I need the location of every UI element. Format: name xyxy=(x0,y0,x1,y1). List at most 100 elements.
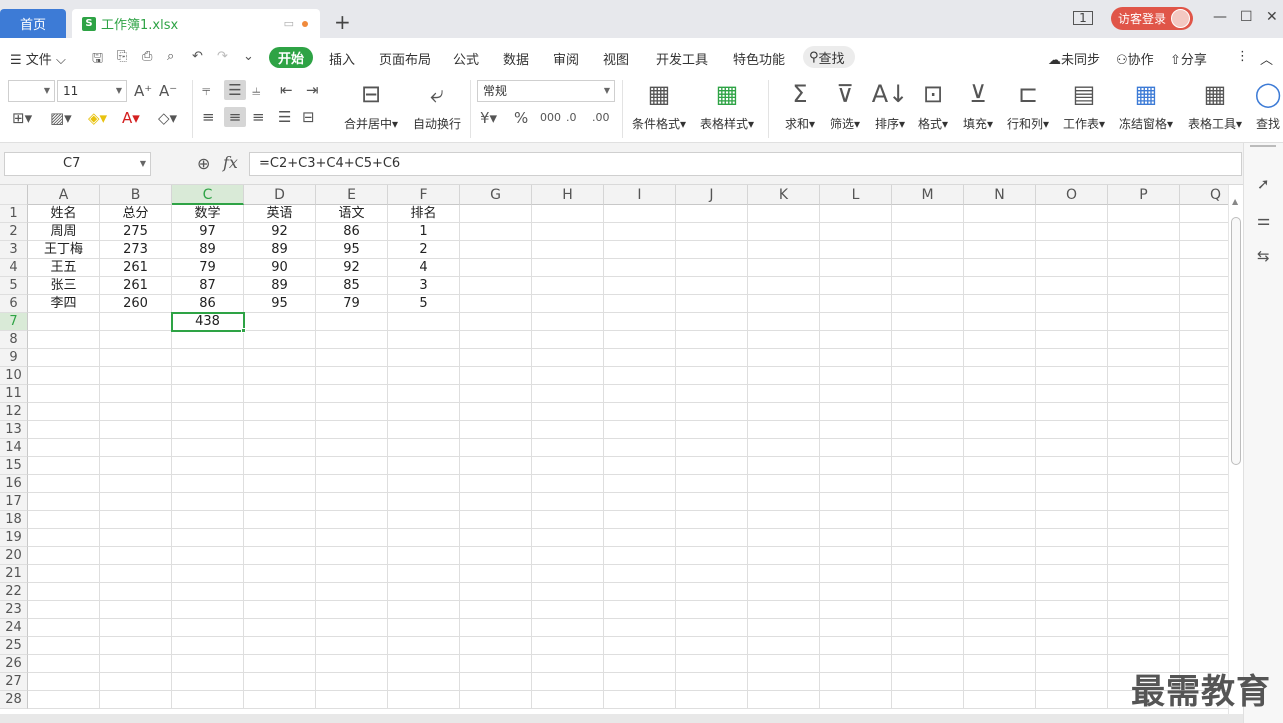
cell-P25[interactable] xyxy=(1108,637,1180,655)
cell-J14[interactable] xyxy=(676,439,748,457)
cell-H11[interactable] xyxy=(532,385,604,403)
cell-K24[interactable] xyxy=(748,619,820,637)
cell-L5[interactable] xyxy=(820,277,892,295)
cell-O21[interactable] xyxy=(1036,565,1108,583)
collapse-ribbon-icon[interactable]: ︿ xyxy=(1260,49,1273,68)
cell-A17[interactable] xyxy=(28,493,100,511)
clear-icon[interactable]: ◇▾ xyxy=(158,108,177,128)
cell-A4[interactable]: 王五 xyxy=(28,259,100,277)
cell-Q14[interactable] xyxy=(1180,439,1228,457)
cell-H4[interactable] xyxy=(532,259,604,277)
cell-D4[interactable]: 90 xyxy=(244,259,316,277)
cell-M10[interactable] xyxy=(892,367,964,385)
cell-A5[interactable]: 张三 xyxy=(28,277,100,295)
cell-E4[interactable]: 92 xyxy=(316,259,388,277)
cell-B27[interactable] xyxy=(100,673,172,691)
save-icon[interactable]: 🖫 xyxy=(92,49,103,71)
cell-C19[interactable] xyxy=(172,529,244,547)
cell-M19[interactable] xyxy=(892,529,964,547)
cell-N9[interactable] xyxy=(964,349,1036,367)
cell-A2[interactable]: 周周 xyxy=(28,223,100,241)
cell-C11[interactable] xyxy=(172,385,244,403)
cell-N20[interactable] xyxy=(964,547,1036,565)
cell-D20[interactable] xyxy=(244,547,316,565)
cell-H24[interactable] xyxy=(532,619,604,637)
cell-M21[interactable] xyxy=(892,565,964,583)
cell-K22[interactable] xyxy=(748,583,820,601)
row-header-27[interactable]: 27 xyxy=(0,673,28,691)
cell-H7[interactable] xyxy=(532,313,604,331)
cell-O25[interactable] xyxy=(1036,637,1108,655)
cell-L26[interactable] xyxy=(820,655,892,673)
menu-view[interactable]: 视图 xyxy=(603,49,629,68)
cell-D13[interactable] xyxy=(244,421,316,439)
cell-A21[interactable] xyxy=(28,565,100,583)
conditional-format-button[interactable]: ▦ 条件格式▾ xyxy=(628,81,690,132)
cell-M9[interactable] xyxy=(892,349,964,367)
cell-J28[interactable] xyxy=(676,691,748,709)
cell-G25[interactable] xyxy=(460,637,532,655)
cell-L4[interactable] xyxy=(820,259,892,277)
cell-Q2[interactable] xyxy=(1180,223,1228,241)
collaborate-button[interactable]: ⚇协作 xyxy=(1116,49,1154,68)
cell-K4[interactable] xyxy=(748,259,820,277)
cell-A22[interactable] xyxy=(28,583,100,601)
cell-G7[interactable] xyxy=(460,313,532,331)
cell-I28[interactable] xyxy=(604,691,676,709)
cell-Q3[interactable] xyxy=(1180,241,1228,259)
cell-A1[interactable]: 姓名 xyxy=(28,205,100,223)
cell-C13[interactable] xyxy=(172,421,244,439)
cell-B5[interactable]: 261 xyxy=(100,277,172,295)
cell-C18[interactable] xyxy=(172,511,244,529)
cell-F2[interactable]: 1 xyxy=(388,223,460,241)
cell-B1[interactable]: 总分 xyxy=(100,205,172,223)
cell-M4[interactable] xyxy=(892,259,964,277)
cell-H16[interactable] xyxy=(532,475,604,493)
cell-G10[interactable] xyxy=(460,367,532,385)
cell-O16[interactable] xyxy=(1036,475,1108,493)
cell-G19[interactable] xyxy=(460,529,532,547)
row-header-19[interactable]: 19 xyxy=(0,529,28,547)
cell-P6[interactable] xyxy=(1108,295,1180,313)
monitor-icon[interactable]: ▭ xyxy=(284,17,294,30)
cell-I25[interactable] xyxy=(604,637,676,655)
print-icon[interactable]: ⎙ xyxy=(142,49,152,64)
cell-P19[interactable] xyxy=(1108,529,1180,547)
menu-start[interactable]: 开始 xyxy=(269,47,313,68)
cell-E27[interactable] xyxy=(316,673,388,691)
fill-handle[interactable] xyxy=(241,328,246,333)
cell-O20[interactable] xyxy=(1036,547,1108,565)
cell-H3[interactable] xyxy=(532,241,604,259)
cell-H27[interactable] xyxy=(532,673,604,691)
cell-O26[interactable] xyxy=(1036,655,1108,673)
cell-B16[interactable] xyxy=(100,475,172,493)
cell-N22[interactable] xyxy=(964,583,1036,601)
transform-icon[interactable]: ⇆ xyxy=(1257,247,1270,265)
cell-M28[interactable] xyxy=(892,691,964,709)
maximize-button[interactable]: ☐ xyxy=(1240,9,1253,25)
cell-F27[interactable] xyxy=(388,673,460,691)
cell-O4[interactable] xyxy=(1036,259,1108,277)
cell-G1[interactable] xyxy=(460,205,532,223)
formula-input[interactable]: =C2+C3+C4+C5+C6 xyxy=(249,152,1242,176)
cell-K16[interactable] xyxy=(748,475,820,493)
cell-F26[interactable] xyxy=(388,655,460,673)
decrease-font-icon[interactable]: A⁻ xyxy=(159,81,177,101)
cell-J6[interactable] xyxy=(676,295,748,313)
redo-icon[interactable]: ↷ xyxy=(217,49,228,64)
increase-decimal-icon[interactable]: .0 xyxy=(566,108,577,128)
align-left-icon[interactable]: ≡ xyxy=(202,107,215,127)
window-count-icon[interactable]: 1 xyxy=(1073,11,1093,25)
cell-A25[interactable] xyxy=(28,637,100,655)
cell-L28[interactable] xyxy=(820,691,892,709)
cell-I19[interactable] xyxy=(604,529,676,547)
cell-L2[interactable] xyxy=(820,223,892,241)
cell-I12[interactable] xyxy=(604,403,676,421)
cell-H2[interactable] xyxy=(532,223,604,241)
cell-F28[interactable] xyxy=(388,691,460,709)
settings-sliders-icon[interactable]: ⚌ xyxy=(1257,211,1270,229)
cell-C2[interactable]: 97 xyxy=(172,223,244,241)
font-color-icon[interactable]: A▾ xyxy=(122,108,140,128)
cell-N11[interactable] xyxy=(964,385,1036,403)
cell-M18[interactable] xyxy=(892,511,964,529)
